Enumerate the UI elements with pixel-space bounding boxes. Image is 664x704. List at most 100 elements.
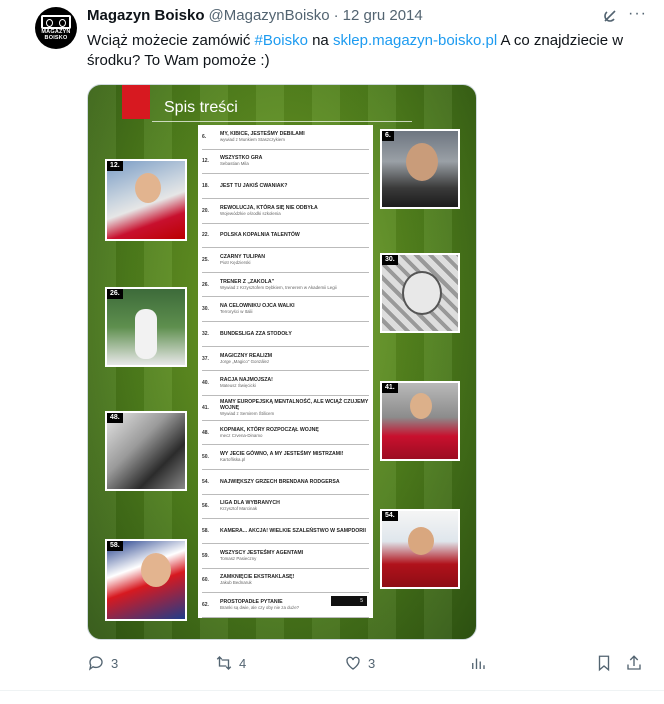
thumb-badge: 12. bbox=[107, 161, 123, 171]
red-marker bbox=[122, 85, 150, 119]
toc-heading: Spis treści bbox=[164, 99, 238, 116]
toc-row: 50. WY JECIE GÓWNO, A MY JESTEŚMY MISTRZA… bbox=[202, 445, 369, 470]
retweet-count: 4 bbox=[239, 655, 247, 671]
thumb-badge: 54. bbox=[382, 511, 398, 521]
toc-entry: ZAMKNIĘCIE EKSTRAKLASĘ! Jakub Bednaruk bbox=[220, 574, 369, 586]
toc-list: 6. MY, KIBICE, JESTEŚMY DEBILAMI wywiad z … bbox=[198, 125, 373, 618]
tweet-date[interactable]: 12 gru 2014 bbox=[343, 7, 423, 24]
toc-row: 56. LIGA DLA WYBRANYCH Krzysztof Marcinak bbox=[202, 495, 369, 520]
thumb-58: 58. bbox=[105, 539, 187, 621]
toc-row: 12. WSZYSTKO GRA Sebastian Mila bbox=[202, 150, 369, 175]
reply-button[interactable]: 3 bbox=[87, 654, 118, 672]
toc-entry: MAGICZNY REALIZM Jorge „Magico" González bbox=[220, 353, 369, 365]
divider bbox=[0, 690, 664, 691]
toc-page-number: 50. bbox=[202, 454, 209, 461]
tweet-media[interactable]: Spis treści 6. MY, KIBICE, JESTEŚMY DEBIL… bbox=[87, 84, 477, 640]
toc-entry: KAMERA... AKCJA! WIELKIE SZALEŃSTWO W SA… bbox=[220, 528, 369, 534]
toc-entry: TRENER Z „ZAKOLA" Wywiad z Krzysztofem Dę… bbox=[220, 279, 369, 291]
share-button[interactable] bbox=[625, 654, 643, 672]
toc-author: wywiad z Munkiem Staszczykiem bbox=[220, 136, 285, 142]
toc-row: 26. TRENER Z „ZAKOLA" Wywiad z Krzysztofem… bbox=[202, 273, 369, 298]
thumb-6: 6. bbox=[380, 129, 460, 209]
toc-page-number: 18. bbox=[202, 183, 209, 190]
toc-author: Jakub Bednaruk bbox=[220, 580, 252, 586]
toc-author: Krzysztof Marcinak bbox=[220, 506, 258, 512]
toc-entry: WY JECIE GÓWNO, A MY JESTEŚMY MISTRZAMI!… bbox=[220, 451, 369, 463]
toc-row: 18. JEST TU JAKIŚ CWANIAK? bbox=[202, 174, 369, 199]
thumb-badge: 48. bbox=[107, 413, 123, 423]
toc-page-number: 25. bbox=[202, 257, 209, 264]
toc-page-number: 26. bbox=[202, 281, 209, 288]
retweet-button[interactable]: 4 bbox=[215, 654, 246, 672]
toc-author: Piotr Kędzierski bbox=[220, 260, 251, 266]
toc-title: MAMY EUROPEJSKĄ MENTALNOŚĆ, ALE WCIĄŻ CZ… bbox=[220, 398, 369, 411]
bookmark-icon bbox=[598, 655, 610, 672]
toc-entry: POLSKA KOPALNIA TALENTÓW bbox=[220, 232, 369, 238]
toc-page-number: 37. bbox=[202, 355, 209, 362]
thumb-48: 48. bbox=[105, 411, 187, 491]
thumb-54: 54. bbox=[380, 509, 460, 589]
toc-page-number: 12. bbox=[202, 158, 209, 165]
logo-icon bbox=[41, 15, 71, 29]
toc-row: 20. REWOLUCJA, KTÓRA SIĘ NIE ODBYŁA Wojewó… bbox=[202, 199, 369, 224]
toc-row: 40. RACJA NAJMOJSZA! Mateusz Święcicki bbox=[202, 371, 369, 397]
toc-author: Tomasz Pasieczny bbox=[220, 555, 257, 561]
reply-count: 3 bbox=[111, 655, 119, 671]
text-part: na bbox=[307, 32, 333, 49]
separator-dot: · bbox=[333, 7, 339, 24]
toc-entry: MY, KIBICE, JESTEŚMY DEBILAMI wywiad z Mu… bbox=[220, 131, 369, 143]
toc-page-number: 40. bbox=[202, 380, 209, 387]
toc-entry: WSZYSCY JESTEŚMY AGENTAMI Tomasz Pasieczn… bbox=[220, 550, 369, 562]
divider bbox=[152, 121, 412, 122]
thumb-badge: 58. bbox=[107, 541, 123, 551]
toc-entry: JEST TU JAKIŚ CWANIAK? bbox=[220, 183, 369, 189]
bookmark-button[interactable] bbox=[595, 654, 613, 672]
avatar-text: MAGAZYN BOISKO bbox=[41, 29, 71, 41]
retweet-icon bbox=[216, 656, 232, 670]
like-button[interactable]: 3 bbox=[344, 654, 375, 672]
tweet[interactable]: MAGAZYN BOISKO Magazyn Boisko @MagazynBo… bbox=[0, 0, 664, 704]
thumb-26: 26. bbox=[105, 287, 187, 367]
toc-page-number: 48. bbox=[202, 429, 209, 436]
reply-icon bbox=[88, 656, 103, 671]
toc-page-number: 30. bbox=[202, 306, 209, 313]
views-button[interactable] bbox=[469, 654, 487, 672]
tweet-text: Wciąż możecie zamówić #Boisko na sklep.m… bbox=[87, 31, 647, 71]
like-count: 3 bbox=[368, 655, 376, 671]
toc-entry: MAMY EUROPEJSKĄ MENTALNOŚĆ, ALE WCIĄŻ CZ… bbox=[220, 399, 369, 417]
action-bar: 3 4 3 bbox=[87, 654, 647, 678]
thumb-badge: 30. bbox=[382, 255, 398, 265]
toc-row: 41. MAMY EUROPEJSKĄ MENTALNOŚĆ, ALE WCIĄŻ… bbox=[202, 396, 369, 421]
toc-entry: KOPNIAK, KTÓRY ROZPOCZĄŁ WOJNĘ mecz Crven… bbox=[220, 427, 369, 439]
avatar[interactable]: MAGAZYN BOISKO bbox=[35, 7, 77, 49]
shop-link[interactable]: sklep.magazyn-boisko.pl bbox=[333, 32, 497, 49]
toc-entry: NA CELOWNIKU OJCA WALKI Terroryści w Ital… bbox=[220, 303, 369, 315]
thumb-30: 30. bbox=[380, 253, 460, 333]
toc-page-number: 6. bbox=[202, 133, 207, 140]
toc-entry: RACJA NAJMOJSZA! Mateusz Święcicki bbox=[220, 377, 369, 389]
hashtag-link[interactable]: #Boisko bbox=[255, 32, 308, 49]
toc-row: 22. POLSKA KOPALNIA TALENTÓW bbox=[202, 224, 369, 249]
toc-page-number: 62. bbox=[202, 601, 209, 608]
views-icon bbox=[472, 658, 485, 669]
toc-row: 59. WSZYSCY JESTEŚMY AGENTAMI Tomasz Pasie… bbox=[202, 544, 369, 569]
toc-page-number: 59. bbox=[202, 552, 209, 559]
toc-page-number: 41. bbox=[202, 404, 209, 411]
toc-title: NAJWIĘKSZY GRZECH BRENDANA RODGERSA bbox=[220, 478, 340, 485]
toc-entry: LIGA DLA WYBRANYCH Krzysztof Marcinak bbox=[220, 500, 369, 512]
toc-page-number: 56. bbox=[202, 503, 209, 510]
author-handle[interactable]: @MagazynBoisko bbox=[209, 7, 330, 24]
share-icon bbox=[627, 655, 641, 670]
grok-icon[interactable] bbox=[602, 8, 618, 24]
toc-row: 25. CZARNY TULIPAN Piotr Kędzierski bbox=[202, 248, 369, 273]
author-name[interactable]: Magazyn Boisko bbox=[87, 7, 205, 24]
toc-title: POLSKA KOPALNIA TALENTÓW bbox=[220, 232, 300, 239]
more-icon[interactable]: ··· bbox=[628, 4, 647, 24]
toc-page-number: 32. bbox=[202, 330, 209, 337]
page-number: 5 bbox=[331, 596, 367, 606]
toc-title: JEST TU JAKIŚ CWANIAK? bbox=[220, 183, 288, 190]
thumb-41: 41. bbox=[380, 381, 460, 461]
toc-author: mecz Crvena-Dinamo bbox=[220, 432, 263, 438]
toc-title: BUNDESLIGA ZZA STODOŁY bbox=[220, 330, 292, 337]
toc-row: 32. BUNDESLIGA ZZA STODOŁY bbox=[202, 322, 369, 347]
